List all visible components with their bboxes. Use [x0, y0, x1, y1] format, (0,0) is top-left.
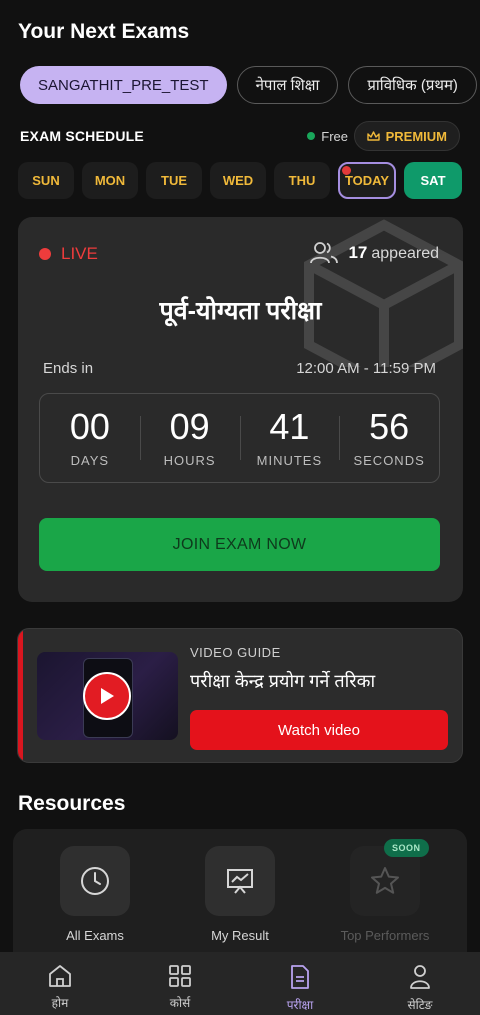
users-icon — [310, 242, 339, 264]
video-thumbnail[interactable] — [37, 652, 178, 740]
countdown-timer: 00 DAYS 09 HOURS 41 MINUTES 56 SECONDS — [39, 393, 440, 483]
chart-board-icon — [205, 846, 275, 916]
appeared-label: appeared — [371, 245, 439, 262]
nav-settings[interactable]: सेटिङ — [360, 952, 480, 1015]
schedule-title: EXAM SCHEDULE — [20, 128, 144, 144]
countdown-hours-label: HOURS — [163, 452, 216, 468]
resource-all-exams[interactable]: All Exams — [35, 846, 155, 943]
premium-label: PREMIUM — [385, 128, 447, 144]
resource-all-exams-label: All Exams — [66, 928, 124, 943]
day-mon[interactable]: MON — [82, 162, 138, 199]
video-accent-bar — [18, 629, 23, 762]
video-guide-label: VIDEO GUIDE — [190, 645, 281, 660]
countdown-hours-value: 09 — [169, 405, 210, 447]
crown-icon — [366, 130, 380, 141]
video-guide-title: परीक्षा केन्द्र प्रयोग गर्ने तरिका — [190, 671, 376, 691]
cube-watermark-icon — [304, 219, 463, 367]
page-title: Your Next Exams — [18, 20, 190, 43]
document-icon — [291, 965, 309, 989]
nav-settings-label: सेटिङ — [407, 998, 433, 1012]
live-label: LIVE — [61, 244, 98, 263]
home-icon — [49, 965, 71, 987]
video-guide-card[interactable]: VIDEO GUIDE परीक्षा केन्द्र प्रयोग गर्ने… — [17, 628, 463, 763]
chip-sangathit-pre-test[interactable]: SANGATHIT_PRE_TEST — [20, 66, 227, 104]
day-sat[interactable]: SAT — [404, 162, 462, 199]
nav-home[interactable]: होम — [0, 952, 120, 1015]
live-dot-icon — [39, 248, 51, 260]
countdown-days-label: DAYS — [70, 452, 110, 468]
resource-my-result-label: My Result — [211, 928, 269, 943]
grid-icon — [169, 965, 191, 987]
countdown-seconds: 56 SECONDS — [339, 394, 439, 482]
appeared-count: 17 appeared — [310, 241, 439, 265]
countdown-minutes: 41 MINUTES — [239, 394, 340, 482]
time-range: 12:00 AM - 11:59 PM — [296, 360, 436, 377]
nav-exams[interactable]: परीक्षा — [240, 952, 360, 1015]
schedule-header: EXAM SCHEDULE Free PREMIUM — [20, 121, 460, 151]
user-icon — [410, 965, 430, 989]
chip-prabidhik[interactable]: प्राविधिक (प्रथम) — [348, 66, 477, 104]
day-wed[interactable]: WED — [210, 162, 266, 199]
today-dot-icon — [342, 166, 351, 175]
ends-in-label: Ends in — [43, 360, 94, 377]
countdown-hours: 09 HOURS — [139, 394, 240, 482]
resources-panel: All Exams My Result SOON Top Performers — [13, 829, 467, 969]
chip-nepal-shiksha[interactable]: नेपाल शिक्षा — [236, 66, 339, 104]
appeared-number: 17 — [348, 243, 368, 262]
resources-title: Resources — [18, 792, 126, 815]
live-status: LIVE — [39, 244, 98, 264]
resource-top-performers-label: Top Performers — [340, 928, 430, 943]
day-thu[interactable]: THU — [274, 162, 330, 199]
day-selector: SUN MON TUE WED THU TODAY SAT — [18, 162, 462, 199]
premium-toggle[interactable]: PREMIUM — [353, 121, 460, 151]
free-legend: Free — [307, 129, 348, 144]
soon-badge: SOON — [384, 839, 429, 857]
day-today[interactable]: TODAY — [338, 162, 396, 199]
countdown-seconds-value: 56 — [369, 405, 410, 447]
nav-courses[interactable]: कोर्स — [120, 952, 240, 1015]
bottom-navigation: होम कोर्स परीक्षा सेटिङ — [0, 952, 480, 1015]
join-exam-button[interactable]: JOIN EXAM NOW — [39, 518, 440, 571]
nav-home-label: होम — [51, 996, 69, 1010]
countdown-minutes-label: MINUTES — [256, 452, 323, 468]
free-label: Free — [321, 128, 348, 144]
countdown-minutes-value: 41 — [269, 405, 310, 447]
free-dot-icon — [307, 132, 316, 140]
live-exam-card: LIVE 17 appeared पूर्व-योग्यता परीक्षा En… — [18, 217, 463, 602]
resource-top-performers: SOON Top Performers — [325, 839, 445, 943]
resource-my-result[interactable]: My Result — [180, 846, 300, 943]
day-today-label: TODAY — [344, 173, 390, 188]
day-sun[interactable]: SUN — [18, 162, 74, 199]
exam-name: पूर्व-योग्यता परीक्षा — [159, 297, 322, 325]
countdown-days-value: 00 — [69, 405, 110, 447]
clock-icon — [60, 846, 130, 916]
nav-exams-label: परीक्षा — [286, 998, 314, 1012]
countdown-days: 00 DAYS — [40, 394, 140, 482]
exam-chips: SANGATHIT_PRE_TEST नेपाल शिक्षा प्राविधि… — [20, 66, 477, 104]
play-icon[interactable] — [83, 672, 131, 720]
nav-courses-label: कोर्स — [169, 996, 191, 1010]
day-tue[interactable]: TUE — [146, 162, 202, 199]
countdown-seconds-label: SECONDS — [353, 452, 425, 468]
watch-video-button[interactable]: Watch video — [190, 710, 448, 750]
